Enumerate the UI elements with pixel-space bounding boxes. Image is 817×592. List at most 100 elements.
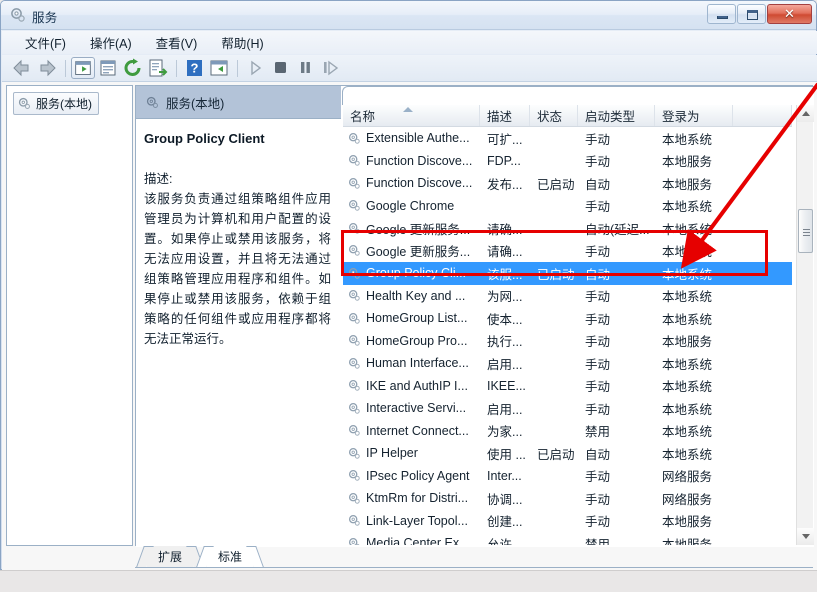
- column-header-startup_type[interactable]: 启动类型: [578, 105, 655, 126]
- cell-name: Google Chrome: [343, 199, 480, 213]
- service-row[interactable]: Link-Layer Topol... 创建... 手动 本地服务: [343, 510, 792, 533]
- properties-icon[interactable]: [96, 57, 120, 79]
- cell-description: 启用...: [487, 357, 523, 372]
- window-controls: ✕: [707, 4, 812, 24]
- menu-file[interactable]: 文件(F): [14, 30, 77, 55]
- services-gear-icon: [146, 96, 158, 108]
- cell-log_on_as: 本地系统: [662, 312, 713, 327]
- cell-name: Google 更新服务...: [343, 241, 480, 260]
- show-hide-console-tree-icon[interactable]: [71, 57, 95, 79]
- scroll-up-button[interactable]: [797, 105, 814, 122]
- back-icon[interactable]: [10, 57, 34, 79]
- service-row[interactable]: HomeGroup Pro... 执行... 手动 本地服务: [343, 330, 792, 353]
- results-pane: 服务(本地) Group Policy Client 描述: 该服务负责通过组策…: [135, 85, 814, 547]
- menu-view[interactable]: 查看(V): [145, 30, 209, 55]
- title-bar: 服务 ✕: [1, 1, 816, 30]
- tree-item-services-local[interactable]: 服务(本地): [13, 92, 99, 115]
- service-name-label: Human Interface...: [366, 356, 469, 371]
- pause-service-icon[interactable]: [293, 57, 317, 79]
- cell-startup_type: 手动: [585, 515, 611, 530]
- cell-name: IKE and AuthIP I...: [343, 379, 480, 393]
- column-header-description[interactable]: 描述: [480, 105, 530, 126]
- service-name-label: Google Chrome: [366, 198, 455, 213]
- cell-startup_type: 禁用: [585, 537, 611, 545]
- column-header-status[interactable]: 状态: [530, 105, 578, 126]
- cell-description: Inter...: [487, 468, 522, 483]
- cell-name: Human Interface...: [343, 356, 480, 370]
- cell-name: IPsec Policy Agent: [343, 469, 480, 483]
- service-row[interactable]: HomeGroup List... 使本... 手动 本地系统: [343, 307, 792, 330]
- service-gear-icon: [348, 402, 360, 414]
- service-name-label: Health Key and ...: [366, 288, 466, 303]
- list-top-edge: [342, 86, 814, 105]
- cell-log_on_as: 本地系统: [662, 380, 713, 395]
- scrollbar-thumb[interactable]: [798, 209, 813, 253]
- service-row[interactable]: Google 更新服务... 请确... 手动 本地系统: [343, 240, 792, 263]
- menu-action[interactable]: 操作(A): [79, 30, 143, 55]
- cell-name: Google 更新服务...: [343, 219, 480, 238]
- service-row[interactable]: IKE and AuthIP I... IKEE... 手动 本地系统: [343, 375, 792, 398]
- service-row[interactable]: Extensible Authe... 可扩... 手动 本地系统: [343, 127, 792, 150]
- service-row[interactable]: IPsec Policy Agent Inter... 手动 网络服务: [343, 465, 792, 488]
- cell-log_on_as: 本地系统: [662, 267, 713, 282]
- service-gear-icon: [348, 380, 360, 391]
- service-row[interactable]: Interactive Servi... 启用... 手动 本地系统: [343, 397, 792, 420]
- tab-standard[interactable]: 标准: [196, 546, 264, 567]
- vertical-scrollbar[interactable]: [796, 105, 814, 545]
- cell-startup_type: 手动: [585, 470, 611, 485]
- cell-description: 创建...: [487, 515, 523, 530]
- restart-service-icon: [318, 57, 342, 79]
- forward-icon[interactable]: [35, 57, 59, 79]
- close-button[interactable]: ✕: [767, 4, 812, 24]
- services-gear-icon: [18, 97, 30, 109]
- service-row[interactable]: Health Key and ... 为网... 手动 本地系统: [343, 285, 792, 308]
- show-hide-action-pane-icon[interactable]: [207, 57, 231, 79]
- refresh-icon[interactable]: [121, 57, 145, 79]
- column-header-label: 状态: [537, 110, 563, 124]
- cell-description: 发布...: [487, 177, 523, 192]
- cell-startup_type: 手动: [585, 312, 611, 327]
- cell-startup_type: 手动: [585, 357, 611, 372]
- service-row[interactable]: Human Interface... 启用... 手动 本地系统: [343, 352, 792, 375]
- stop-service-icon[interactable]: [268, 57, 292, 79]
- cell-status: 已启动: [537, 267, 575, 282]
- service-name-label: Function Discove...: [366, 153, 473, 168]
- service-row[interactable]: KtmRm for Distri... 协调... 手动 网络服务: [343, 487, 792, 510]
- help-icon[interactable]: ?: [182, 57, 206, 79]
- close-icon: ✕: [784, 6, 795, 21]
- service-gear-icon: [348, 492, 360, 504]
- svg-text:?: ?: [191, 61, 199, 76]
- service-name-label: IKE and AuthIP I...: [366, 378, 468, 393]
- service-row[interactable]: Group Policy Cli... 该服... 已启动 自动 本地系统: [343, 262, 792, 285]
- column-header-name[interactable]: 名称: [343, 105, 480, 126]
- services-gear-icon: [11, 8, 25, 22]
- service-row[interactable]: Media Center Ex... 允许 ... 禁用 本地服务: [343, 532, 792, 545]
- services-list-rows: Extensible Authe... 可扩... 手动 本地系统 Function …: [343, 127, 792, 545]
- service-row[interactable]: Function Discove... 发布... 已启动 自动 本地服务: [343, 172, 792, 195]
- service-row[interactable]: Function Discove... FDP... 手动 本地服务: [343, 150, 792, 173]
- column-header-log_on_as[interactable]: 登录为: [655, 105, 733, 126]
- minimize-button[interactable]: [707, 4, 736, 24]
- service-gear-icon: [348, 425, 360, 436]
- service-row[interactable]: Google Chrome 手动 本地系统: [343, 195, 792, 218]
- cell-description: 请确...: [487, 222, 523, 237]
- service-name-label: IP Helper: [366, 446, 418, 461]
- tab-extended[interactable]: 扩展: [136, 546, 204, 567]
- scroll-down-button[interactable]: [797, 528, 814, 545]
- column-header-spacer[interactable]: [733, 105, 792, 126]
- service-row[interactable]: Internet Connect... 为家... 禁用 本地系统: [343, 420, 792, 443]
- service-name-label: Google 更新服务...: [366, 222, 471, 237]
- cell-startup_type: 手动: [585, 200, 611, 215]
- service-row[interactable]: IP Helper 使用 ... 已启动 自动 本地系统: [343, 442, 792, 465]
- service-row[interactable]: Google 更新服务... 请确... 自动(延迟... 本地系统: [343, 217, 792, 240]
- cell-name: IP Helper: [343, 446, 480, 460]
- service-name-label: Extensible Authe...: [366, 131, 470, 146]
- maximize-button[interactable]: [737, 4, 766, 24]
- sort-ascending-icon: [403, 107, 413, 112]
- export-list-icon[interactable]: [146, 57, 170, 79]
- menu-help[interactable]: 帮助(H): [210, 30, 274, 55]
- cell-log_on_as: 本地服务: [662, 515, 713, 530]
- service-name-label: Link-Layer Topol...: [366, 513, 468, 528]
- toolbar-separator: [176, 59, 177, 77]
- toolbar-separator: [237, 59, 238, 77]
